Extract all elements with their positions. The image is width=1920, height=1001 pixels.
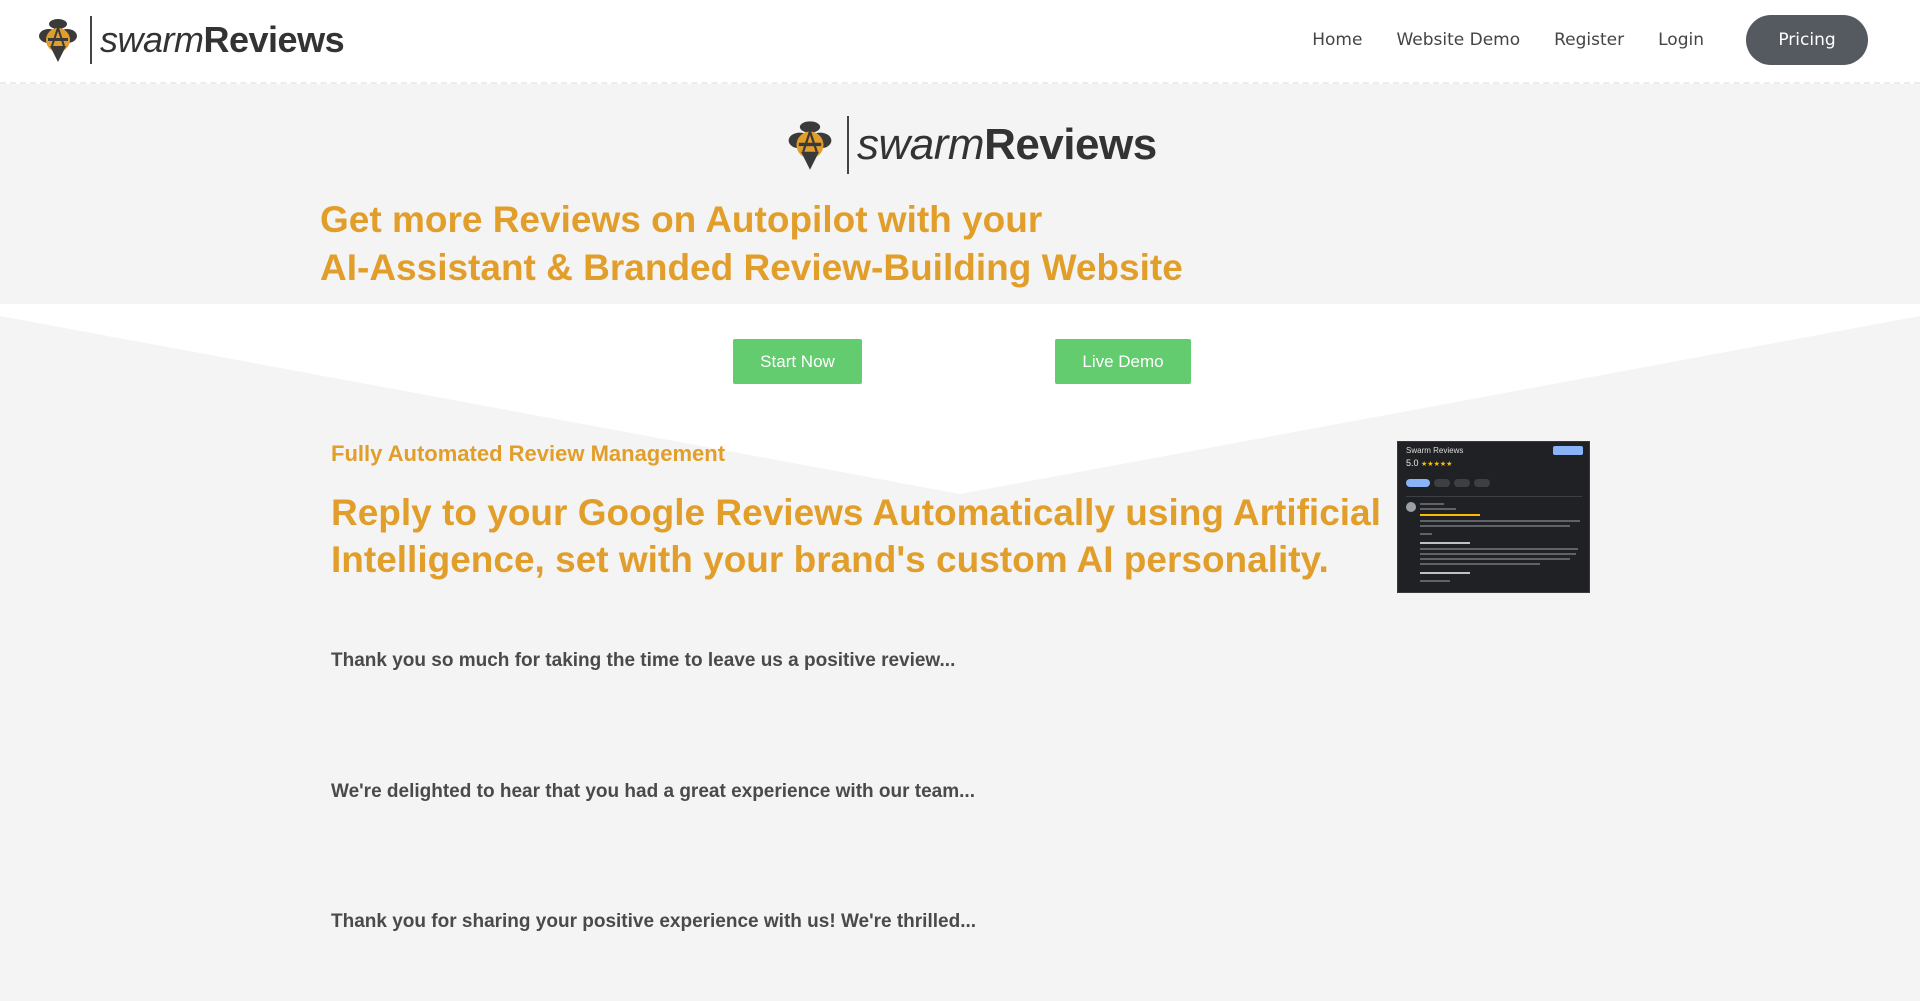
logo-divider [90,16,92,64]
feature-heading: Reply to your Google Reviews Automatical… [331,492,1381,580]
screenshot-text-line [1420,533,1432,535]
brand-name-light: swarm [100,19,204,60]
bee-logo-icon [39,19,77,62]
hero-brand-wordmark: swarmReviews [857,120,1157,170]
sample-reply-quote: Thank you so much for taking the time to… [331,650,956,671]
screenshot-text-line [1420,548,1578,550]
start-now-button[interactable]: Start Now [733,339,862,384]
hero-headline: Get more Reviews on Autopilot with your … [320,196,1320,292]
brand-name-light: swarm [857,120,985,169]
logo-divider [847,116,849,174]
star-rating-icon: ★★★★★ [1421,461,1453,468]
brand-name-bold: Reviews [984,120,1157,169]
screenshot-chip [1434,479,1450,487]
hero-logo: swarmReviews [787,116,1157,174]
hero-headline-line2: AI-Assistant & Branded Review-Building W… [320,247,1183,288]
bee-logo-icon [788,121,832,170]
nav-link-home[interactable]: Home [1312,30,1362,50]
screenshot-rating-value: 5.0 [1406,458,1419,468]
pricing-button[interactable]: Pricing [1746,15,1868,65]
top-navbar: swarmReviews Home Website Demo Register … [0,0,1920,84]
screenshot-title: Swarm Reviews [1406,446,1464,455]
screenshot-write-review-button [1553,446,1583,455]
screenshot-text-line [1420,508,1456,510]
screenshot-text-line [1420,563,1540,565]
screenshot-divider [1406,496,1582,497]
screenshot-text-line [1420,572,1470,574]
feature-subheading: Fully Automated Review Management [331,441,726,466]
screenshot-text-line [1420,520,1580,522]
screenshot-chip [1406,479,1430,487]
screenshot-text-line [1420,542,1470,544]
hero-v-divider [0,316,1920,504]
brand-logo[interactable]: swarmReviews [38,16,345,64]
google-reviews-screenshot: Swarm Reviews 5.0 ★★★★★ [1397,441,1590,593]
screenshot-chip [1454,479,1470,487]
nav-menu: Home Website Demo Register Login Pricing [1278,15,1868,65]
screenshot-chip [1474,479,1490,487]
nav-link-website-demo[interactable]: Website Demo [1396,30,1520,50]
screenshot-text-line [1420,553,1576,555]
sample-reply-quote: We're delighted to hear that you had a g… [331,781,975,802]
screenshot-text-line [1420,503,1444,505]
screenshot-text-line [1420,514,1480,516]
sample-reply-quote: Thank you for sharing your positive expe… [331,911,977,932]
nav-link-login[interactable]: Login [1658,30,1704,50]
screenshot-text-line [1420,525,1570,527]
live-demo-button[interactable]: Live Demo [1055,339,1191,384]
screenshot-avatar [1406,502,1416,512]
brand-wordmark: swarmReviews [100,19,345,61]
nav-link-register[interactable]: Register [1554,30,1624,50]
brand-name-bold: Reviews [203,19,345,60]
hero-headline-line1: Get more Reviews on Autopilot with your [320,199,1043,240]
screenshot-text-line [1420,580,1450,582]
screenshot-text-line [1420,558,1570,560]
screenshot-rating: 5.0 ★★★★★ [1406,458,1452,468]
